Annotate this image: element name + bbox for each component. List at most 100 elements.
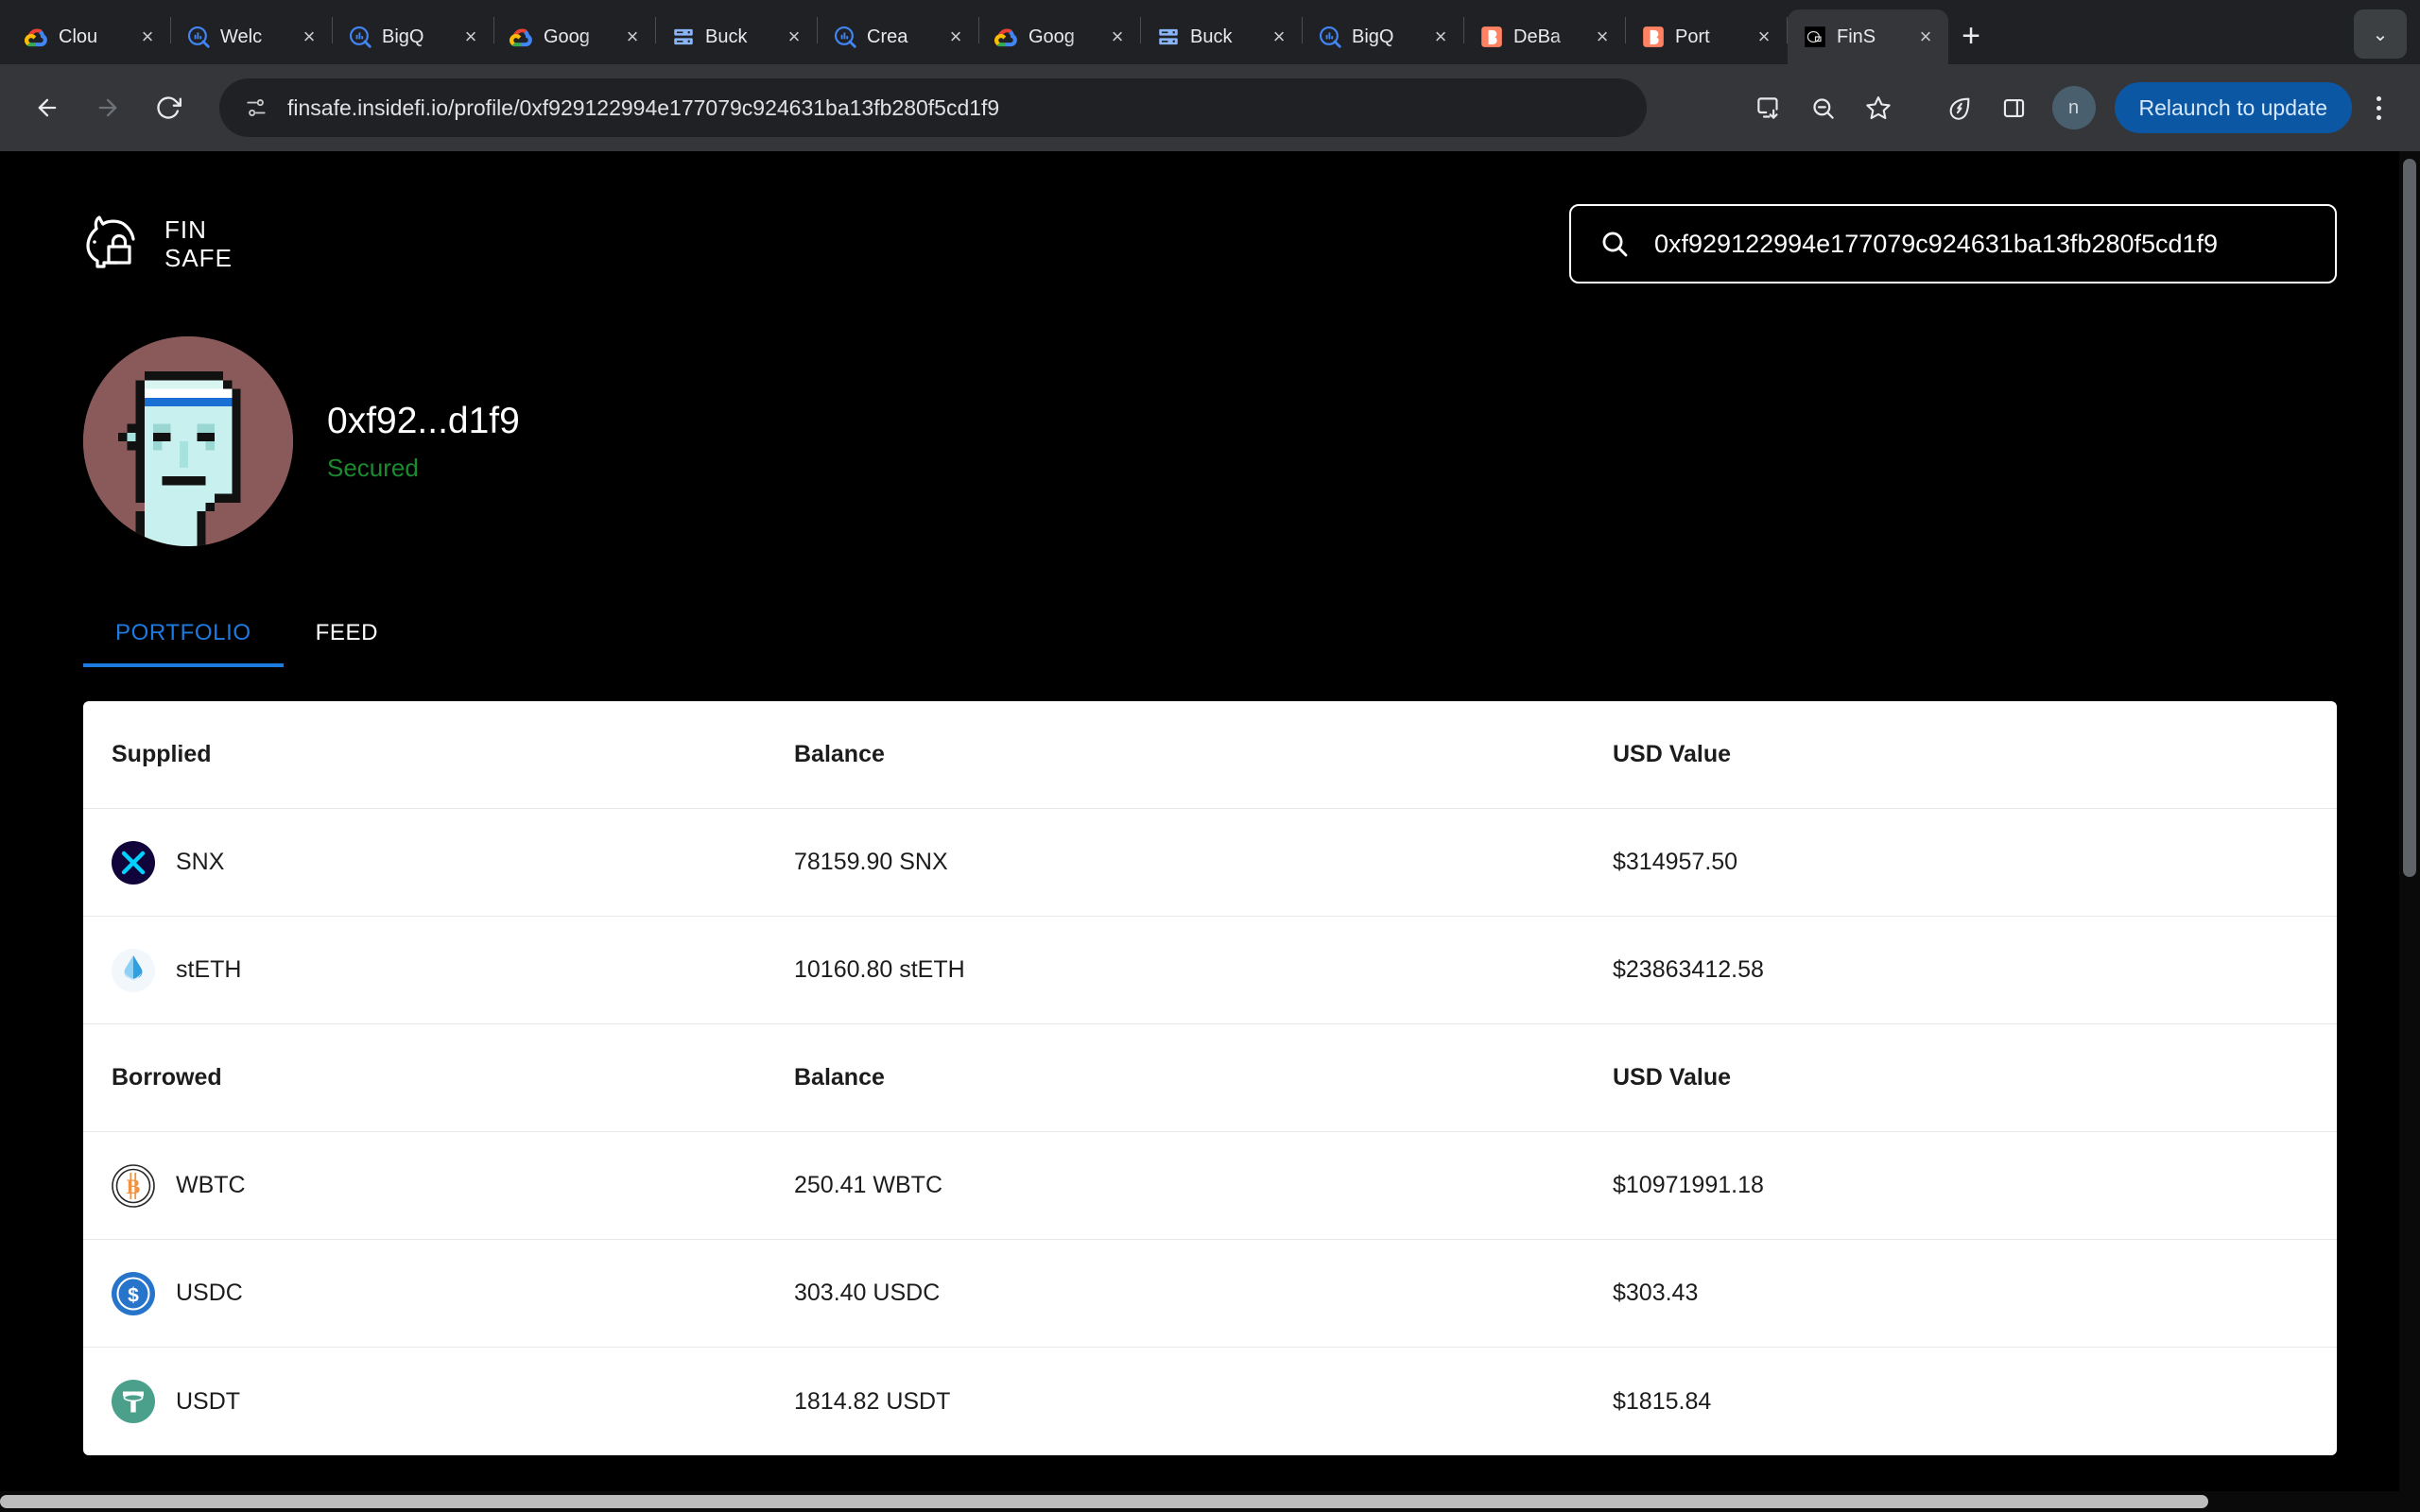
close-icon[interactable]: × [942,24,969,50]
browser-tab[interactable]: Goog × [494,9,655,64]
balance-cell: 78159.90 SNX [794,849,948,875]
profile-info: 0xf92...d1f9 Secured [327,401,520,483]
close-icon[interactable]: × [781,24,807,50]
snx-icon [112,840,155,885]
address-search-field[interactable]: 0xf929122994e177079c924631ba13fb280f5cd1… [1569,204,2337,284]
browser-tab[interactable]: FinS × [1788,9,1948,64]
profile-avatar[interactable]: n [2051,86,2096,129]
vertical-scrollbar[interactable] [2399,151,2420,1491]
finsafe-logo[interactable]: FIN SAFE [83,213,233,276]
column-header: USD Value [1613,1064,1732,1091]
table-row[interactable]: stETH 10160.80 stETH $23863412.58 [83,917,2337,1024]
browser-tab[interactable]: Port × [1626,9,1787,64]
relaunch-to-update-button[interactable]: Relaunch to update [2114,82,2352,133]
google-cloud-icon [25,25,49,49]
toolbar-actions: n Relaunch to update [1744,82,2400,133]
browser-tab-title: Buck [705,26,748,47]
status-badge: Secured [327,453,419,482]
logo-line-safe: SAFE [164,244,233,272]
usd-value-cell: $303.43 [1613,1280,1699,1306]
forward-button[interactable] [81,81,134,134]
asset-cell: SNX [112,840,794,885]
close-icon[interactable]: × [458,24,484,50]
google-cloud-icon [510,25,534,49]
reload-button[interactable] [142,81,195,134]
side-panel-icon[interactable] [1990,83,2039,132]
table-header-row: Borrowed Balance USD Value [83,1024,2337,1132]
new-tab-button[interactable]: + [1948,13,1994,59]
browser-tab[interactable]: BigQ × [1303,9,1463,64]
tab-search-button[interactable]: ⌄ [2354,9,2407,59]
performance-leaf-icon[interactable] [1935,83,1984,132]
bigquery-icon [348,25,372,49]
cryptopunk-avatar-icon [83,336,293,546]
zoom-out-icon[interactable] [1799,83,1848,132]
usd-value-cell: $23863412.58 [1613,956,1764,983]
usd-value-cell: $10971991.18 [1613,1172,1764,1198]
horizontal-scrollbar[interactable] [0,1491,2420,1512]
browser-tab[interactable]: BigQ × [333,9,493,64]
page-content: FIN SAFE 0xf929122994e177079c924631ba13f… [0,151,2420,1512]
search-input-value[interactable]: 0xf929122994e177079c924631ba13fb280f5cd1… [1654,230,2218,259]
asset-symbol: SNX [176,849,225,875]
back-button[interactable] [21,81,74,134]
browser-tab-title: Goog [544,26,590,47]
browser-tab[interactable]: Clou × [9,9,170,64]
logo-line-fin: FIN [164,215,207,244]
browser-tab[interactable]: Crea × [818,9,978,64]
close-icon[interactable]: × [1751,24,1777,50]
column-header: Balance [794,741,885,767]
browser-tab[interactable]: DeBa × [1464,9,1625,64]
usd-value-cell: $1815.84 [1613,1387,1712,1415]
table-row[interactable]: SNX 78159.90 SNX $314957.50 [83,809,2337,917]
storage-bucket-icon [1156,25,1181,49]
balance-cell: 10160.80 stETH [794,956,965,983]
address-bar[interactable]: finsafe.insidefi.io/profile/0xf929122994… [219,78,1647,137]
close-icon[interactable]: × [619,24,646,50]
close-icon[interactable]: × [296,24,322,50]
close-icon[interactable]: × [1589,24,1616,50]
site-settings-icon[interactable] [244,95,268,120]
asset-cell: stETH [112,948,794,992]
table-header-row: Supplied Balance USD Value [83,701,2337,809]
close-icon[interactable]: × [1427,24,1454,50]
browser-tab-title: Clou [59,26,98,47]
table-row[interactable]: $ USDC 303.40 USDC $303.43 [83,1240,2337,1348]
tab-portfolio[interactable]: PORTFOLIO [83,601,284,667]
asset-symbol: stETH [176,956,242,983]
page-tabs: PORTFOLIO FEED [0,601,2420,667]
svg-text:$: $ [128,1284,139,1306]
asset-cell: $ USDC [112,1271,794,1315]
close-icon[interactable]: × [1266,24,1292,50]
browser-menu-button[interactable] [2358,83,2399,132]
bigquery-icon [833,25,857,49]
close-icon[interactable]: × [134,24,161,50]
browser-tab[interactable]: Buck × [656,9,817,64]
table-row[interactable]: B WBTC 250.41 WBTC $10971991.18 [83,1132,2337,1240]
steth-icon [112,948,155,992]
table-row[interactable]: USDT 1814.82 USDT $1815.84 [83,1348,2337,1455]
column-header: USD Value [1613,741,1732,767]
close-icon[interactable]: × [1912,24,1939,50]
profile-header: 0xf92...d1f9 Secured [0,284,2420,546]
bigquery-icon [1318,25,1342,49]
browser-tab[interactable]: Goog × [979,9,1140,64]
asset-symbol: USDC [176,1280,243,1306]
debank-icon [1641,25,1666,49]
browser-tab[interactable]: Welc × [171,9,332,64]
profile-address: 0xf92...d1f9 [327,400,520,441]
tab-feed[interactable]: FEED [284,601,410,667]
vertical-scrollbar-thumb[interactable] [2403,159,2416,877]
browser-window: Clou × Welc × BigQ × Goog × Buck × Crea × Goog × Buck ×… [0,0,2420,1512]
usdt-icon [112,1380,155,1423]
usdc-icon: $ [112,1271,155,1315]
tab-strip: Clou × Welc × BigQ × Goog × Buck × Crea × Goog × Buck ×… [0,0,2420,64]
install-app-icon[interactable] [1744,83,1793,132]
horizontal-scrollbar-thumb[interactable] [0,1495,2208,1508]
logo-wordmark: FIN SAFE [164,217,233,270]
bookmark-star-icon[interactable] [1854,83,1903,132]
balance-cell: 303.40 USDC [794,1280,941,1306]
close-icon[interactable]: × [1104,24,1131,50]
browser-tab[interactable]: Buck × [1141,9,1302,64]
bigquery-icon [186,25,211,49]
